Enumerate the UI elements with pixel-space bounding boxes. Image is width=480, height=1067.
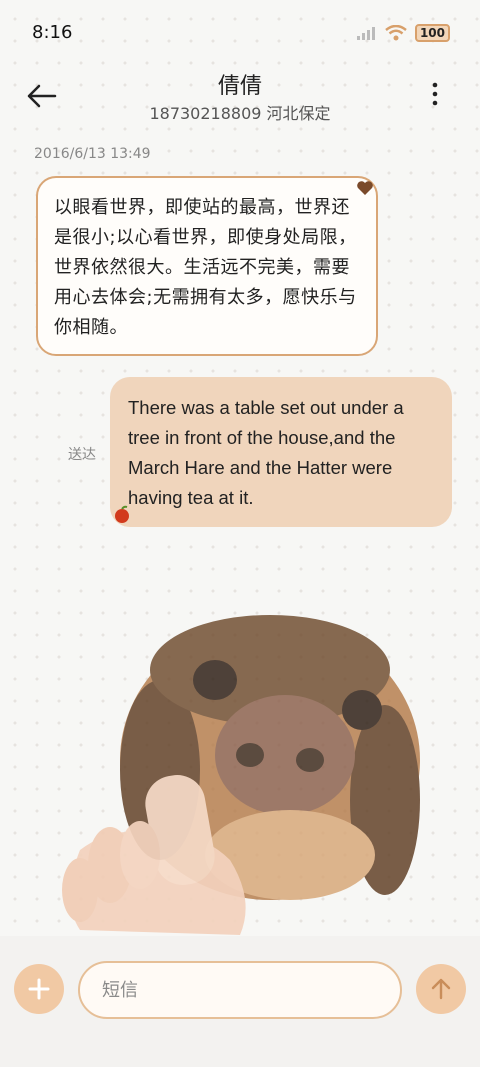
message-composer (0, 936, 480, 1067)
more-options-button[interactable] (426, 80, 444, 110)
plus-icon (28, 978, 50, 1000)
heart-icon (357, 181, 373, 195)
contact-name: 倩倩 (217, 74, 262, 99)
status-time: 8:16 (32, 22, 73, 43)
status-bar: 8:16 100 (0, 0, 480, 64)
more-vertical-icon (432, 82, 438, 106)
message-timestamp: 2016/6/13 13:49 (34, 146, 151, 162)
battery-icon: 100 (414, 24, 450, 42)
apple-icon (115, 505, 129, 523)
outgoing-message-bubble[interactable]: There was a table set out under a tree i… (110, 377, 452, 527)
arrow-up-icon (431, 978, 451, 1000)
add-attachment-button[interactable] (14, 964, 64, 1014)
delivery-status: 送达 (68, 447, 96, 463)
message-input[interactable] (78, 961, 402, 1019)
signal-icon (356, 27, 375, 40)
puppy-sticker-image (62, 615, 420, 935)
contact-number-location: 18730218809 河北保定 (149, 104, 331, 123)
incoming-message-text: 以眼看世界，即使站的最高，世界还是很小;以心看世界，即使身处局限，世界依然很大。… (54, 197, 357, 338)
conversation-header: 倩倩 18730218809 河北保定 (0, 64, 480, 128)
outgoing-message-text: There was a table set out under a tree i… (128, 397, 404, 508)
wifi-icon (385, 25, 407, 41)
send-button[interactable] (416, 964, 466, 1014)
incoming-message-bubble[interactable]: 以眼看世界，即使站的最高，世界还是很小;以心看世界，即使身处局限，世界依然很大。… (36, 176, 378, 356)
